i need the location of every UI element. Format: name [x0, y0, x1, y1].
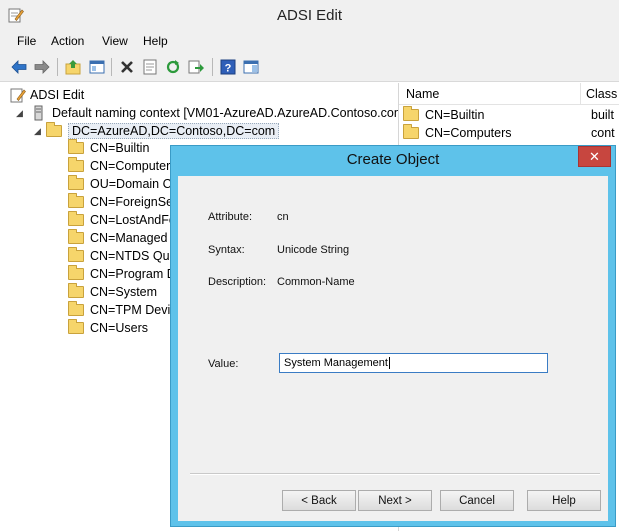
- title-bar: ADSI Edit: [0, 0, 619, 31]
- toolbar-separator: [57, 58, 58, 76]
- toolbar-separator: [212, 58, 213, 76]
- dialog-title: Create Object: [346, 151, 440, 168]
- folder-icon: [68, 265, 84, 280]
- tree-item[interactable]: CN=Computer: [68, 157, 170, 175]
- back-icon[interactable]: [9, 57, 29, 77]
- folder-icon: [403, 106, 419, 121]
- tree-item[interactable]: CN=Managed: [68, 229, 167, 247]
- tree-item-label: CN=Program D: [90, 267, 176, 281]
- tree-item[interactable]: CN=Users: [68, 319, 148, 337]
- attribute-value: cn: [277, 211, 289, 223]
- tree-item-label: CN=Users: [90, 321, 148, 335]
- list-item[interactable]: CN=Builtin built: [403, 106, 614, 124]
- show-hide-tree-icon[interactable]: [87, 57, 107, 77]
- value-input[interactable]: System Management: [279, 353, 548, 373]
- menu-help[interactable]: Help: [143, 34, 168, 48]
- syntax-value: Unicode String: [277, 244, 350, 256]
- tree-domain-node[interactable]: ◢ DC=AzureAD,DC=Contoso,DC=com: [34, 122, 280, 140]
- column-header-class[interactable]: Class: [586, 87, 617, 101]
- folder-icon: [68, 283, 84, 298]
- tree-item[interactable]: CN=NTDS Quo: [68, 247, 176, 265]
- help-icon[interactable]: ?: [218, 57, 238, 77]
- description-value: Common-Name: [277, 276, 355, 288]
- svg-text:?: ?: [225, 63, 232, 75]
- tree-item-label: CN=NTDS Quo: [90, 249, 177, 263]
- value-label: Value:: [208, 358, 239, 370]
- folder-icon: [68, 139, 84, 154]
- tree-item-label: CN=Computer: [90, 159, 171, 173]
- menu-file[interactable]: File: [17, 34, 36, 48]
- description-label: Description:: [208, 276, 267, 288]
- tree-item[interactable]: CN=ForeignSec: [68, 193, 179, 211]
- list-header: Name Class: [399, 83, 619, 105]
- tree-item-label: CN=System: [90, 285, 158, 299]
- close-icon[interactable]: ✕: [578, 146, 611, 167]
- tree-item-label: CN=TPM Devic: [90, 303, 177, 317]
- list-item-class: built: [591, 108, 614, 122]
- next-button[interactable]: Next >: [358, 490, 432, 511]
- folder-icon: [68, 247, 84, 262]
- text-caret: [388, 357, 390, 369]
- tree-item[interactable]: OU=Domain C: [68, 175, 172, 193]
- dialog-separator: [190, 473, 600, 475]
- forward-icon[interactable]: [32, 57, 52, 77]
- tree-item[interactable]: CN=Program D: [68, 265, 176, 283]
- domain-node-label: DC=AzureAD,DC=Contoso,DC=com: [68, 123, 280, 139]
- folder-icon: [403, 124, 419, 139]
- collapse-arrow-icon[interactable]: ◢: [34, 126, 46, 137]
- toolbar: ?: [0, 52, 619, 82]
- properties-icon[interactable]: [140, 57, 160, 77]
- tree-item[interactable]: CN=LostAndFo: [68, 211, 176, 229]
- folder-icon: [68, 319, 84, 334]
- folder-icon: [68, 301, 84, 316]
- back-button[interactable]: < Back: [282, 490, 356, 511]
- attribute-label: Attribute:: [208, 211, 253, 223]
- dialog-body: Attribute: cn Syntax: Unicode String Des…: [178, 176, 608, 521]
- list-item[interactable]: CN=Computers cont: [403, 124, 615, 142]
- list-item-name: CN=Computers: [425, 126, 512, 140]
- tree-item[interactable]: CN=TPM Devic: [68, 301, 176, 319]
- value-input-text: System Management: [284, 357, 388, 369]
- up-folder-icon[interactable]: [63, 57, 83, 77]
- naming-context-label: Default naming context [VM01-AzureAD.Azu…: [52, 106, 408, 120]
- list-item-name: CN=Builtin: [425, 108, 485, 122]
- refresh-icon[interactable]: [163, 57, 183, 77]
- tree-item[interactable]: CN=Builtin: [68, 139, 149, 157]
- tree-root[interactable]: ADSI Edit: [10, 86, 84, 104]
- export-list-icon[interactable]: [186, 57, 206, 77]
- tree-item[interactable]: CN=System: [68, 283, 157, 301]
- adsi-edit-icon: [10, 88, 26, 103]
- server-icon: [34, 105, 43, 121]
- cancel-button[interactable]: Cancel: [440, 490, 514, 511]
- tree-naming-context[interactable]: ◢ Default naming context [VM01-AzureAD.A…: [16, 104, 408, 122]
- folder-icon: [68, 193, 84, 208]
- tree-item-label: OU=Domain C: [90, 177, 172, 191]
- delete-icon[interactable]: [117, 57, 137, 77]
- folder-icon: [68, 175, 84, 190]
- tree-item-label: CN=ForeignSec: [90, 195, 180, 209]
- tree-item-label: CN=Managed: [90, 231, 168, 245]
- folder-icon: [68, 211, 84, 226]
- tree-item-label: CN=Builtin: [90, 141, 150, 155]
- column-header-name[interactable]: Name: [406, 87, 439, 101]
- folder-icon: [46, 122, 62, 137]
- tree-root-label: ADSI Edit: [30, 88, 85, 102]
- folder-icon: [68, 229, 84, 244]
- folder-icon: [68, 157, 84, 172]
- toolbar-separator: [111, 58, 112, 76]
- column-divider[interactable]: [580, 83, 581, 105]
- action-pane-icon[interactable]: [241, 57, 261, 77]
- menu-action[interactable]: Action: [51, 34, 84, 48]
- create-object-dialog: Create Object ✕ Attribute: cn Syntax: Un…: [170, 145, 616, 527]
- tree-item-label: CN=LostAndFo: [90, 213, 176, 227]
- collapse-arrow-icon[interactable]: ◢: [16, 108, 28, 119]
- help-button[interactable]: Help: [527, 490, 601, 511]
- window-title: ADSI Edit: [276, 7, 343, 24]
- menu-bar: File Action View Help: [0, 31, 619, 52]
- syntax-label: Syntax:: [208, 244, 245, 256]
- list-item-class: cont: [591, 126, 615, 140]
- menu-view[interactable]: View: [102, 34, 128, 48]
